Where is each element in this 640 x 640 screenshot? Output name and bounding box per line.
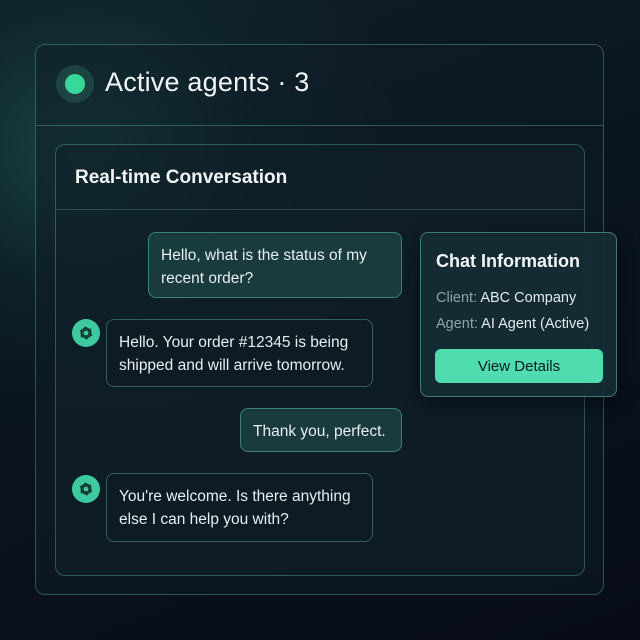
message-line: You're welcome. Is there anything — [119, 488, 351, 505]
message-line: recent order? — [161, 270, 254, 287]
client-row: Client: ABC Company — [436, 290, 576, 306]
conversation-header: Real-time Conversation — [56, 145, 584, 210]
agent-value: AI Agent (Active) — [481, 316, 590, 332]
chat-information-card: Chat Information Client: ABC Company Age… — [420, 232, 617, 397]
agent-message: Hello. Your order #12345 is being shippe… — [106, 319, 373, 387]
active-agents-title: Active agents · 3 — [105, 67, 310, 97]
message-line: else I can help you with? — [119, 511, 289, 528]
message-line: shipped and will arrive tomorrow. — [119, 357, 345, 374]
agent-message: You're welcome. Is there anything else I… — [106, 473, 373, 542]
message-line: Hello, what is the status of my — [161, 247, 367, 264]
conversation-title: Real-time Conversation — [75, 167, 288, 188]
agent-label: Agent: — [436, 316, 478, 332]
client-label: Client: — [436, 290, 478, 306]
client-value: ABC Company — [480, 290, 577, 306]
message-line: Thank you, perfect. — [253, 423, 386, 440]
user-message: Thank you, perfect. — [240, 408, 402, 452]
agent-row: Agent: AI Agent (Active) — [436, 316, 589, 332]
chat-information-title: Chat Information — [436, 251, 580, 271]
openai-logo-icon — [72, 475, 100, 503]
status-indicator — [56, 65, 94, 103]
message-line: Hello. Your order #12345 is being — [119, 334, 349, 351]
user-message: Hello, what is the status of my recent o… — [148, 232, 402, 298]
view-details-button[interactable]: View Details — [435, 349, 603, 383]
openai-logo-icon — [72, 319, 100, 347]
panel-header: Active agents · 3 — [36, 45, 603, 126]
status-dot-icon — [65, 74, 85, 94]
